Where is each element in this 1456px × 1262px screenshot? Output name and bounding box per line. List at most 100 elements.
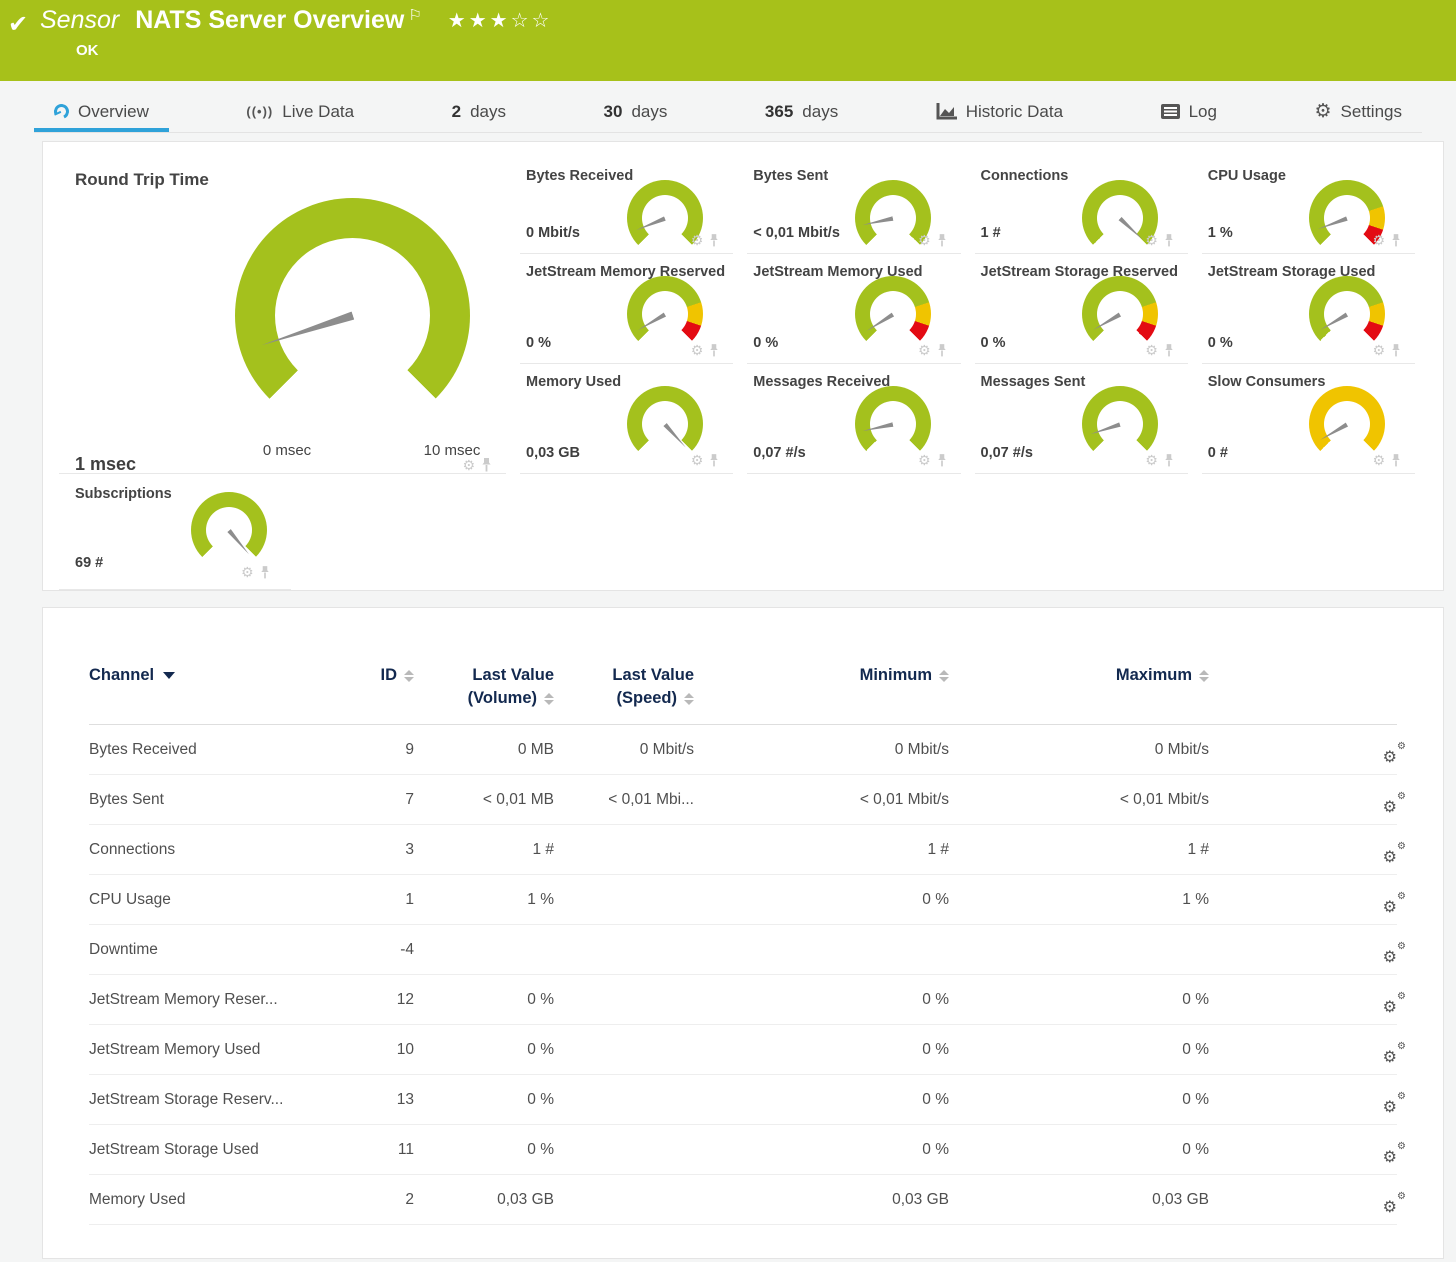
channel-name[interactable]: Bytes Sent bbox=[89, 791, 329, 809]
gear-icon[interactable]: ⚙ bbox=[691, 233, 704, 247]
table-row: JetStream Storage Reserv... 13 0 % 0 % 0… bbox=[89, 1075, 1397, 1125]
gauges-panel: Round Trip Time 0 msec 10 msec 1 msec ⚙ … bbox=[42, 141, 1444, 591]
gear-icon[interactable]: ⚙ bbox=[1372, 343, 1385, 357]
tab-30-days[interactable]: 30 days bbox=[584, 95, 688, 132]
gear-icon[interactable]: ⚙ bbox=[918, 343, 931, 357]
pin-icon[interactable] bbox=[709, 344, 719, 357]
channel-id: -4 bbox=[329, 941, 414, 959]
pin-icon[interactable] bbox=[937, 454, 947, 467]
gauge-title: CPU Usage bbox=[1208, 168, 1286, 184]
gauge-dial[interactable] bbox=[855, 276, 931, 352]
gear-icon[interactable]: ⚙ bbox=[691, 453, 704, 467]
gauge-dial[interactable] bbox=[627, 276, 703, 352]
gauge-dial[interactable] bbox=[1082, 386, 1158, 462]
pin-icon[interactable] bbox=[709, 454, 719, 467]
column-header-last-value-volume[interactable]: Last Value (Volume) bbox=[468, 666, 554, 708]
gear-icon[interactable]: ⚙ bbox=[1372, 233, 1385, 247]
subscriptions-card: Subscriptions 69 # ⚙ bbox=[59, 474, 291, 590]
gear-icon[interactable]: ⚙ bbox=[918, 453, 931, 467]
gauge-card: Memory Used 0,03 GB ⚙ bbox=[520, 364, 733, 474]
gauge-value: 0 % bbox=[1208, 335, 1233, 351]
gear-icon[interactable]: ⚙ bbox=[1372, 453, 1385, 467]
gear-icon[interactable]: ⚙ bbox=[1145, 233, 1158, 247]
gauge-title: Slow Consumers bbox=[1208, 374, 1326, 390]
gauge-dial[interactable] bbox=[855, 386, 931, 462]
column-header-maximum[interactable]: Maximum bbox=[1116, 666, 1209, 685]
gauge-dial[interactable] bbox=[627, 386, 703, 462]
gauge-dial[interactable] bbox=[1309, 276, 1385, 352]
gauge-title: Subscriptions bbox=[75, 486, 172, 502]
pin-icon[interactable] bbox=[1391, 234, 1401, 247]
last-value-volume: 0 % bbox=[414, 1041, 554, 1059]
channel-name[interactable]: JetStream Memory Used bbox=[89, 1041, 329, 1059]
sort-icon[interactable] bbox=[404, 670, 414, 682]
pin-icon[interactable] bbox=[481, 458, 492, 472]
maximum-value: 0 % bbox=[949, 1091, 1209, 1109]
pin-icon[interactable] bbox=[1164, 344, 1174, 357]
tab-overview[interactable]: Overview bbox=[34, 95, 169, 132]
table-row: Downtime -4 ⚙ ⚙ bbox=[89, 925, 1397, 975]
maximum-value: 1 # bbox=[949, 841, 1209, 859]
sort-icon[interactable] bbox=[684, 693, 694, 705]
maximum-value: 0 % bbox=[949, 991, 1209, 1009]
channel-name[interactable]: Bytes Received bbox=[89, 741, 329, 759]
channel-name[interactable]: JetStream Storage Used bbox=[89, 1141, 329, 1159]
pin-icon[interactable] bbox=[1391, 454, 1401, 467]
pin-icon[interactable] bbox=[1391, 344, 1401, 357]
minimum-value: 0,03 GB bbox=[694, 1191, 949, 1209]
channel-id: 7 bbox=[329, 791, 414, 809]
sort-icon[interactable] bbox=[939, 670, 949, 682]
channel-name[interactable]: CPU Usage bbox=[89, 891, 329, 909]
round-trip-time-card: Round Trip Time 0 msec 10 msec 1 msec ⚙ bbox=[59, 158, 506, 474]
pin-icon[interactable] bbox=[937, 344, 947, 357]
gauge-card: Messages Sent 0,07 #/s ⚙ bbox=[975, 364, 1188, 474]
round-trip-time-gauge[interactable] bbox=[235, 198, 470, 433]
channel-id: 2 bbox=[329, 1191, 414, 1209]
tab-settings[interactable]: ⚙ Settings bbox=[1295, 95, 1422, 132]
channel-id: 3 bbox=[329, 841, 414, 859]
gauge-dial[interactable] bbox=[1309, 386, 1385, 462]
channel-name[interactable]: Memory Used bbox=[89, 1191, 329, 1209]
gauge-title: JetStream Storage Reserved bbox=[981, 264, 1178, 280]
gauge-icon bbox=[54, 104, 69, 119]
column-header-minimum[interactable]: Minimum bbox=[860, 666, 949, 685]
tab-live-data[interactable]: ((•)) Live Data bbox=[226, 95, 374, 132]
subscriptions-gauge[interactable] bbox=[191, 492, 267, 568]
channel-name[interactable]: Downtime bbox=[89, 941, 329, 959]
pin-icon[interactable] bbox=[260, 566, 270, 579]
pin-icon[interactable] bbox=[709, 234, 719, 247]
pin-icon[interactable] bbox=[1164, 234, 1174, 247]
channel-name[interactable]: JetStream Memory Reser... bbox=[89, 991, 329, 1009]
gauge-card: Connections 1 # ⚙ bbox=[975, 158, 1188, 254]
flag-icon[interactable]: ⚐ bbox=[408, 6, 421, 24]
tab-historic-data[interactable]: Historic Data bbox=[916, 95, 1083, 132]
column-header-id[interactable]: ID bbox=[381, 666, 415, 685]
maximum-value: 0 % bbox=[949, 1041, 1209, 1059]
gauge-dial[interactable] bbox=[1082, 276, 1158, 352]
column-header-channel[interactable]: Channel bbox=[89, 666, 175, 685]
sort-icon[interactable] bbox=[544, 693, 554, 705]
gear-icon[interactable]: ⚙ bbox=[241, 565, 254, 579]
gear-icon[interactable]: ⚙ bbox=[1145, 343, 1158, 357]
gear-icon[interactable]: ⚙ bbox=[691, 343, 704, 357]
tab-2-days[interactable]: 2 days bbox=[432, 95, 526, 132]
maximum-value: 1 % bbox=[949, 891, 1209, 909]
gear-icon[interactable]: ⚙ bbox=[462, 458, 475, 472]
tab-log[interactable]: Log bbox=[1141, 95, 1237, 132]
gear-icon[interactable]: ⚙ bbox=[918, 233, 931, 247]
maximum-value: < 0,01 Mbit/s bbox=[949, 791, 1209, 809]
column-header-last-value-speed[interactable]: Last Value (Speed) bbox=[612, 666, 694, 708]
gauge-card: Bytes Sent < 0,01 Mbit/s ⚙ bbox=[747, 158, 960, 254]
channel-id: 13 bbox=[329, 1091, 414, 1109]
channel-name[interactable]: Connections bbox=[89, 841, 329, 859]
pin-icon[interactable] bbox=[937, 234, 947, 247]
table-row: JetStream Storage Used 11 0 % 0 % 0 % ⚙ … bbox=[89, 1125, 1397, 1175]
sort-icon[interactable] bbox=[1199, 670, 1209, 682]
priority-stars[interactable]: ★★★☆☆ bbox=[448, 8, 553, 33]
channel-name[interactable]: JetStream Storage Reserv... bbox=[89, 1091, 329, 1109]
gauge-value: 0 # bbox=[1208, 445, 1228, 461]
tab-365-days[interactable]: 365 days bbox=[745, 95, 858, 132]
pin-icon[interactable] bbox=[1164, 454, 1174, 467]
gear-icon[interactable]: ⚙ bbox=[1145, 453, 1158, 467]
table-row: JetStream Memory Reser... 12 0 % 0 % 0 %… bbox=[89, 975, 1397, 1025]
